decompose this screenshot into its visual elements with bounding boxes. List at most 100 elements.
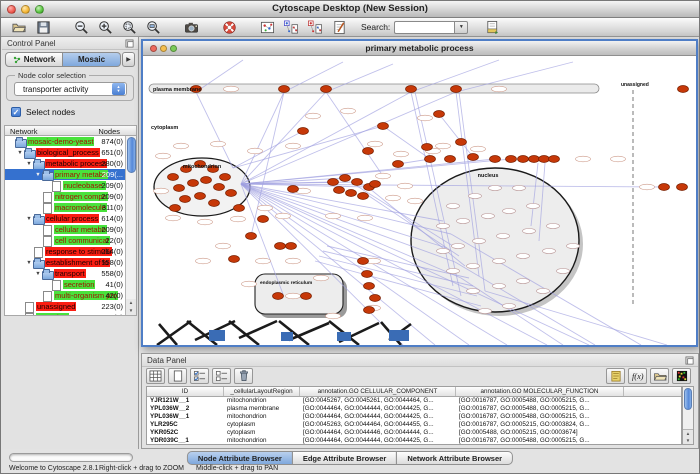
network-node[interactable] (180, 196, 191, 203)
network-node[interactable] (258, 216, 269, 223)
network-node[interactable] (468, 154, 479, 161)
tab-node-attribute-browser[interactable]: Node Attribute Browser (187, 451, 293, 465)
table-row[interactable]: YJR121W__1mitochondrion[GO:0045267, GO:0… (147, 397, 681, 405)
expand-arrow-icon[interactable]: ▼ (25, 260, 33, 266)
network-node[interactable] (445, 156, 456, 163)
network-node[interactable] (362, 271, 373, 278)
expand-arrow-icon[interactable]: ▼ (34, 271, 42, 277)
network-node[interactable] (273, 293, 284, 300)
network-node[interactable] (529, 156, 540, 163)
help-lifesaver-icon[interactable] (217, 19, 241, 36)
annotation-page-icon[interactable] (327, 19, 351, 36)
network-node[interactable] (378, 123, 389, 130)
tree-row-primary-metabo[interactable]: ▼primary metabo209(... (5, 169, 136, 180)
network-node[interactable] (195, 193, 206, 200)
network-node[interactable] (518, 156, 529, 163)
birdseye-view-icon[interactable] (255, 19, 279, 36)
network-node[interactable] (279, 86, 290, 93)
network-node[interactable] (275, 243, 286, 250)
tree-row-multi-organism-pro[interactable]: multi-organism pro42(0) (5, 290, 136, 301)
network-node[interactable] (358, 193, 369, 200)
tree-row-cellular-process[interactable]: ▼cellular process614(0) (5, 213, 136, 224)
table-scrollbar-arrows[interactable]: ▲▼ (683, 429, 693, 444)
table-row[interactable]: YPL036W__1mitochondrion[GO:0044464, GO:0… (147, 413, 681, 421)
zoom-in-icon[interactable] (93, 19, 117, 36)
network-node[interactable] (370, 181, 381, 188)
table-scrollbar[interactable]: ▲▼ (682, 386, 694, 445)
network-node[interactable] (288, 186, 299, 193)
table-row[interactable]: YLR295Ccytoplasm[GO:0045263, GO:0044464,… (147, 421, 681, 429)
expand-arrow-icon[interactable]: ▼ (34, 172, 42, 178)
zoom-selected-icon[interactable] (117, 19, 141, 36)
network-node[interactable] (490, 156, 501, 163)
network-node[interactable] (364, 307, 375, 314)
column-header[interactable]: annotation.GO CELLULAR_COMPONENT (300, 387, 456, 396)
network-node[interactable] (246, 233, 257, 240)
tree-row-mosaic-demo-yeast[interactable]: mosaic-demo-yeast874(0) (5, 136, 136, 147)
tree-row-overview[interactable]: Overview8(0) (5, 312, 136, 316)
camera-icon[interactable] (179, 19, 203, 36)
network-node[interactable] (226, 190, 237, 197)
network-node[interactable] (425, 156, 436, 163)
tree-row-nitrogen-compo[interactable]: nitrogen compo209(0) (5, 191, 136, 202)
network-node[interactable] (451, 86, 462, 93)
search-input[interactable] (394, 21, 454, 34)
tree-row-biological-process[interactable]: ▼biological_process651(0) (5, 147, 136, 158)
layout-nodes-red-icon[interactable] (303, 19, 327, 36)
zoom-out-icon[interactable] (69, 19, 93, 36)
network-node[interactable] (301, 293, 312, 300)
network-node[interactable] (234, 205, 245, 212)
network-node[interactable] (346, 190, 357, 197)
tab-network[interactable]: Network (5, 52, 63, 67)
tree-scrollbar-arrows[interactable]: ▲▼ (125, 299, 136, 315)
network-node[interactable] (506, 156, 517, 163)
tree-row-macromolecule[interactable]: macromolecule311(0) (5, 202, 136, 213)
tree-row-metabolic-process[interactable]: ▼metabolic process280(0) (5, 158, 136, 169)
network-node[interactable] (406, 86, 417, 93)
network-node[interactable] (539, 156, 550, 163)
network-node[interactable] (393, 161, 404, 168)
notes-icon[interactable] (606, 368, 625, 384)
attribute-table-icon[interactable] (146, 368, 165, 384)
network-node[interactable] (214, 184, 225, 191)
tree-row-establishment-of-lo[interactable]: ▼establishment of lo558(0) (5, 257, 136, 268)
tree-scrollbar[interactable]: ▲▼ (125, 136, 136, 315)
column-header[interactable]: _cellularLayoutRegion (224, 387, 300, 396)
node-color-dropdown[interactable]: transporter activity ▲▼ (14, 82, 127, 96)
zoom-fit-icon[interactable] (141, 19, 165, 36)
import-attributes-icon[interactable] (480, 19, 504, 36)
float-panel-icon[interactable] (125, 39, 134, 50)
new-attribute-icon[interactable] (168, 368, 187, 384)
network-node[interactable] (286, 243, 297, 250)
expand-arrow-icon[interactable]: ▼ (25, 161, 33, 167)
network-node[interactable] (677, 184, 688, 191)
network-node[interactable] (678, 86, 689, 93)
tree-row-unassigned[interactable]: unassigned223(0) (5, 301, 136, 312)
unselect-attributes-icon[interactable] (212, 368, 231, 384)
network-node[interactable] (188, 180, 199, 187)
network-node[interactable] (209, 200, 220, 207)
import-table-folder-icon[interactable] (650, 368, 669, 384)
network-node[interactable] (358, 258, 369, 265)
network-node[interactable] (174, 185, 185, 192)
table-row[interactable]: YKR052Ccytoplasm[GO:0044464, GO:0044446,… (147, 429, 681, 437)
network-node[interactable] (456, 139, 467, 146)
column-header[interactable]: ID (147, 387, 224, 396)
tree-row-cell-communicat[interactable]: cell communicat22(0) (5, 235, 136, 246)
tree-row-transport[interactable]: ▼transport558(0) (5, 268, 136, 279)
tree-row-nucleobase-[interactable]: nucleobase-209(0) (5, 180, 136, 191)
tab-mosaic[interactable]: Mosaic (63, 52, 121, 67)
delete-attribute-trash-icon[interactable] (234, 368, 253, 384)
network-node[interactable] (220, 174, 231, 181)
tab-network-attribute-browser[interactable]: Network Attribute Browser (396, 451, 513, 465)
network-node[interactable] (170, 205, 181, 212)
network-view-titlebar[interactable]: primary metabolic process (143, 41, 696, 56)
matrix-heatmap-icon[interactable] (672, 368, 691, 384)
network-node[interactable] (370, 295, 381, 302)
table-row[interactable]: YPL036W__2plasma membrane[GO:0044464, GO… (147, 405, 681, 413)
table-row[interactable]: YDR039C__1mitochondrion[GO:0044464, GO:0… (147, 437, 681, 445)
table-scrollbar-thumb[interactable] (684, 388, 692, 410)
layout-nodes-blue-icon[interactable] (279, 19, 303, 36)
network-node[interactable] (352, 179, 363, 186)
network-node[interactable] (201, 177, 212, 184)
